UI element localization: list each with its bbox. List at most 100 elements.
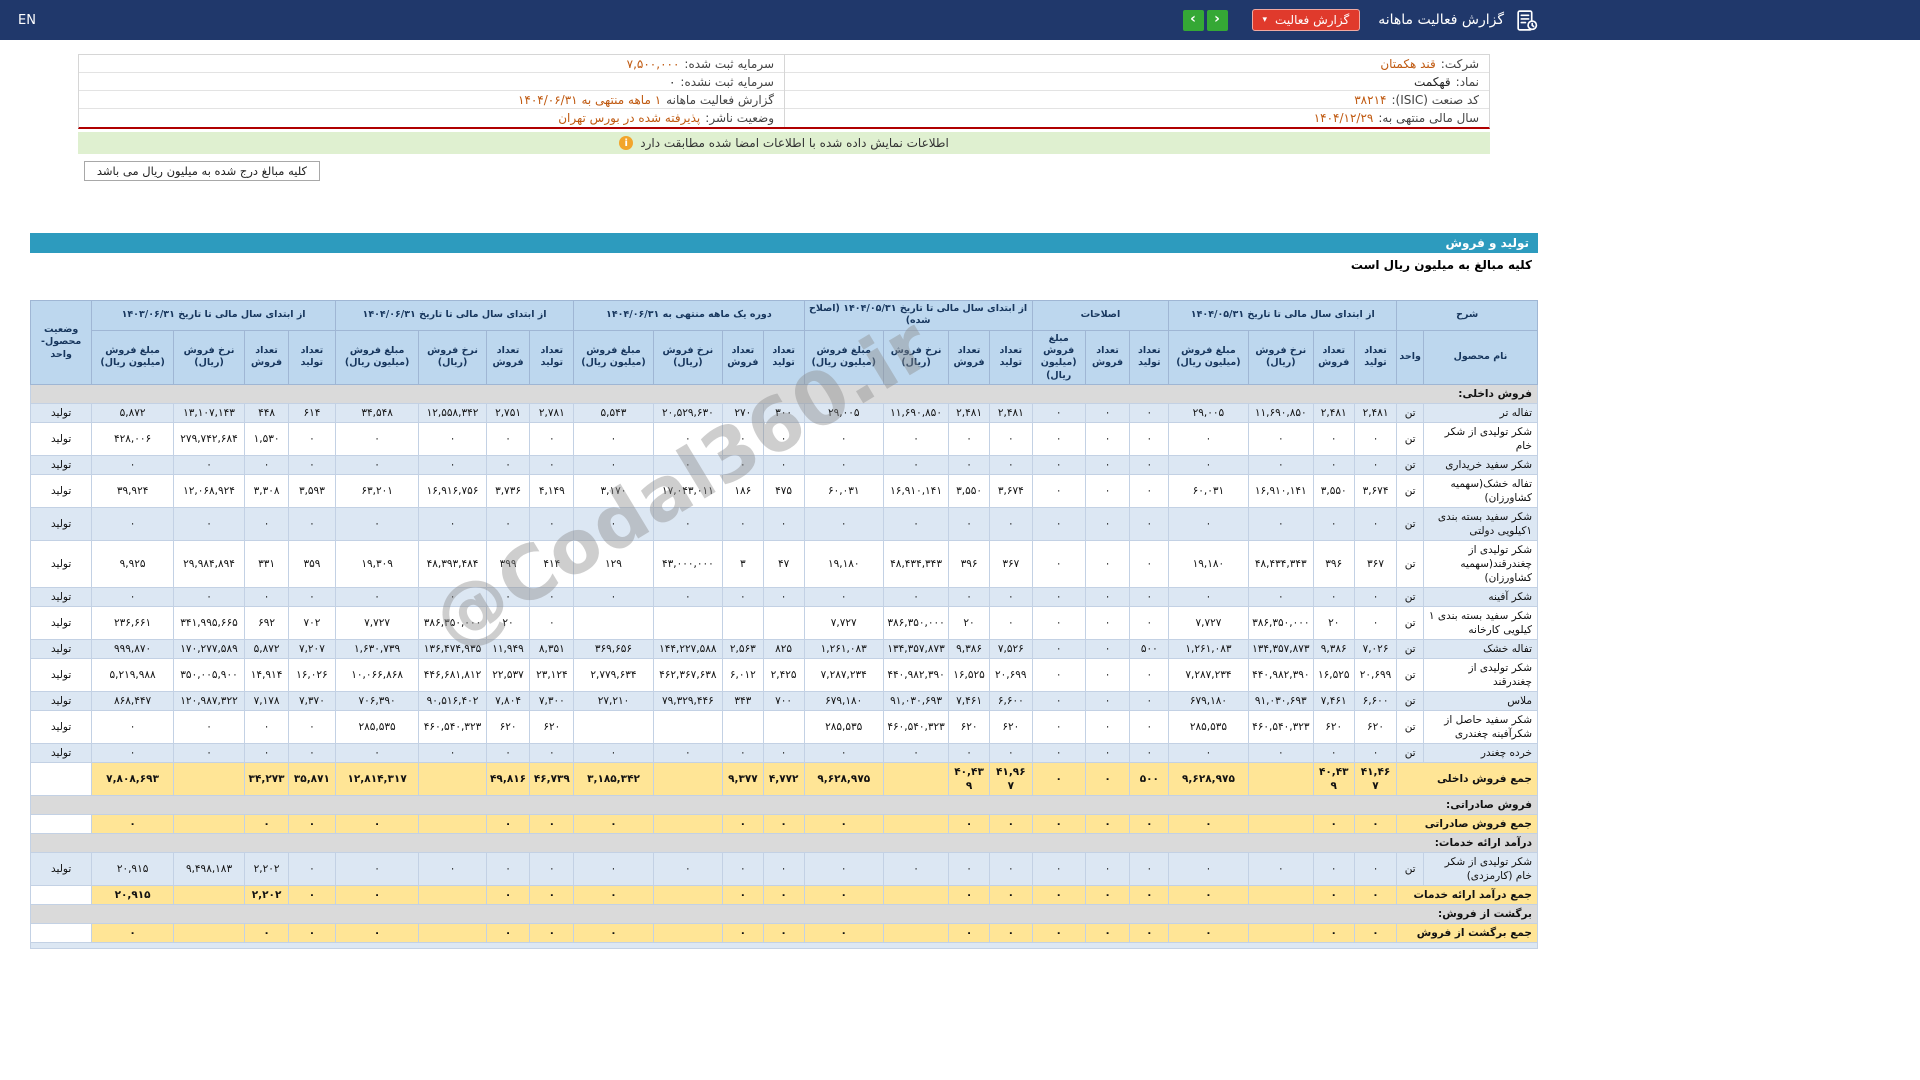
value-cell: ۹,۹۲۵ bbox=[91, 540, 174, 589]
value-cell: ۳,۵۹۳ bbox=[287, 474, 336, 509]
sum-label: جمع درآمد ارائه خدمات bbox=[1396, 885, 1538, 906]
value-cell: ۳۶۷ bbox=[1353, 540, 1398, 589]
value-cell: ۳۹,۹۲۴ bbox=[91, 474, 174, 509]
value-cell: ۰ bbox=[1168, 455, 1249, 476]
section-row: برگشت از فروش: bbox=[30, 904, 1538, 925]
value-cell: ۳,۵۵۰ bbox=[948, 474, 990, 509]
value-cell: ۰ bbox=[1084, 658, 1131, 693]
value-cell: ۴۰,۴۳۹ bbox=[948, 762, 990, 797]
value-cell: ۰ bbox=[882, 852, 950, 887]
next-report-button[interactable]: › bbox=[1182, 9, 1204, 31]
value-cell: ۰ bbox=[652, 587, 724, 608]
info-row: گزارش فعالیت ماهانه ۱ ماهه منتهی به ۱۴۰۴/… bbox=[79, 91, 784, 109]
header-desc: شرح bbox=[1396, 300, 1538, 331]
value-cell: ۰ bbox=[652, 422, 724, 457]
value-cell: ۰ bbox=[1168, 587, 1249, 608]
unit-cell: تن bbox=[1396, 658, 1424, 693]
value-cell: ۰ bbox=[1084, 606, 1131, 641]
sum-label: جمع فروش داخلی bbox=[1396, 762, 1538, 797]
value-cell: ۹,۳۷۷ bbox=[722, 762, 764, 797]
value-cell: ۲۷۰ bbox=[722, 403, 764, 424]
value-cell: ۰ bbox=[1031, 606, 1086, 641]
prev-report-button[interactable]: ‹ bbox=[1206, 9, 1228, 31]
info-row: سال مالی منتهی به: ۱۴۰۴/۱۲/۲۹ bbox=[785, 109, 1489, 127]
value-cell: ۰ bbox=[334, 422, 420, 457]
value-cell: ۰ bbox=[287, 422, 336, 457]
value-cell: ۰ bbox=[652, 852, 724, 887]
value-cell: ۱۹,۳۰۹ bbox=[334, 540, 420, 589]
value-cell: ۴۷۵ bbox=[762, 474, 805, 509]
value-cell bbox=[418, 923, 487, 944]
value-cell: ۳۶۷ bbox=[988, 540, 1033, 589]
header-group: دوره یک ماهه منتهی به ۱۴۰۴/۰۶/۳۱ bbox=[573, 300, 805, 331]
value-cell: ۴,۷۷۲ bbox=[762, 762, 805, 797]
value-cell bbox=[172, 923, 246, 944]
report-type-dropdown[interactable]: گزارش فعالیت ▾ bbox=[1251, 9, 1361, 31]
value-cell: ۰ bbox=[573, 743, 654, 764]
value-cell: ۰ bbox=[722, 814, 764, 835]
value-cell: ۰ bbox=[1084, 762, 1131, 797]
value-cell: ۰ bbox=[334, 923, 420, 944]
product-name-cell: تفاله تر bbox=[1422, 403, 1539, 424]
value-cell: ۲۰ bbox=[948, 606, 990, 641]
value-cell: ۰ bbox=[1312, 507, 1355, 542]
value-cell: ۰ bbox=[244, 710, 289, 745]
value-cell: ۰ bbox=[948, 743, 990, 764]
value-cell: ۰ bbox=[1312, 743, 1355, 764]
value-cell: ۷۰۶,۳۹۰ bbox=[334, 691, 420, 712]
value-cell bbox=[882, 814, 950, 835]
value-cell: ۰ bbox=[485, 743, 531, 764]
product-name-cell: شکر سفید بسته بندی ۱ کیلویی کارخانه bbox=[1422, 606, 1539, 641]
chevron-left-icon: ‹ bbox=[1214, 11, 1220, 27]
value-cell: ۷,۷۲۷ bbox=[803, 606, 884, 641]
signature-notice-bar: اطلاعات نمایش داده شده با اطلاعات امضا ش… bbox=[78, 132, 1490, 154]
value-cell: ۰ bbox=[948, 587, 990, 608]
value-cell: ۷۹,۳۲۹,۴۴۶ bbox=[652, 691, 724, 712]
value-cell: ۴۰,۴۳۹ bbox=[1312, 762, 1355, 797]
value-cell: ۰ bbox=[948, 455, 990, 476]
value-cell: ۰ bbox=[762, 507, 805, 542]
section-label: فروش داخلی: bbox=[30, 384, 1538, 405]
production-table-body: فروش داخلی: تفاله تر تن ۲,۴۸۱ ۲,۴۸۱ ۱۱,۶۹۰,۸۵… bbox=[29, 384, 1539, 950]
value-cell: ۵,۸۷۲ bbox=[244, 639, 289, 660]
value-cell: ۰ bbox=[529, 852, 575, 887]
value-cell: ۰ bbox=[762, 885, 805, 906]
language-toggle[interactable]: EN bbox=[6, 13, 36, 28]
value-cell: ۲,۲۰۲ bbox=[244, 885, 289, 906]
value-cell: ۰ bbox=[1084, 852, 1131, 887]
value-cell: ۰ bbox=[573, 507, 654, 542]
sum-row: جمع برگشت از فروش ۰ ۰ ۰ ۰ ۰ ۰ ۰ ۰ ۰ ۰ ۰ ۰ ۰ ۰ ۰ ۰ ۰ ۰ bbox=[29, 923, 1538, 944]
value-cell: ۰ bbox=[1129, 540, 1170, 589]
info-label: کد صنعت (ISIC): bbox=[1391, 92, 1479, 107]
value-cell: ۰ bbox=[244, 507, 289, 542]
report-icon[interactable] bbox=[1514, 8, 1539, 33]
value-cell: ۵۰۰ bbox=[1129, 639, 1170, 660]
value-cell: ۶۷۹,۱۸۰ bbox=[803, 691, 884, 712]
value-cell: ۱۴۴,۲۲۷,۵۸۸ bbox=[652, 639, 724, 660]
unit-cell: تن bbox=[1396, 507, 1424, 542]
value-cell: ۹,۶۲۸,۹۷۵ bbox=[803, 762, 884, 797]
value-cell: ۶۷۹,۱۸۰ bbox=[1168, 691, 1249, 712]
value-cell: ۰ bbox=[1031, 710, 1086, 745]
value-cell: ۷,۲۰۷ bbox=[287, 639, 336, 660]
value-cell: ۰ bbox=[1031, 639, 1086, 660]
status-cell: تولید bbox=[29, 639, 93, 660]
table-row: شکر تولیدی از شکر خام تن ۰ ۰ ۰ ۰ ۰ ۰ ۰ ۰ ۰ ۰ ۰ ۰ ۰ ۰ ۰ ۰ ۰… bbox=[29, 422, 1539, 457]
value-cell: ۰ bbox=[529, 587, 575, 608]
value-cell: ۲۰,۵۲۹,۶۳۰ bbox=[652, 403, 724, 424]
value-cell: ۴۸,۴۳۴,۳۴۳ bbox=[882, 540, 950, 589]
value-cell: ۰ bbox=[803, 814, 884, 835]
value-cell: ۰ bbox=[1031, 814, 1086, 835]
value-cell: ۰ bbox=[1084, 691, 1131, 712]
value-cell: ۰ bbox=[803, 587, 884, 608]
value-cell: ۲۸۵,۵۳۵ bbox=[1168, 710, 1249, 745]
status-cell: تولید bbox=[29, 658, 93, 693]
value-cell: ۰ bbox=[1031, 852, 1086, 887]
value-cell: ۰ bbox=[882, 422, 950, 457]
value-cell: ۲,۴۸۱ bbox=[1312, 403, 1355, 424]
value-cell: ۳۳۱ bbox=[244, 540, 289, 589]
period-nav: ‹ › bbox=[1182, 9, 1228, 31]
value-cell: ۰ bbox=[287, 923, 336, 944]
info-row: کد صنعت (ISIC): ۳۸۲۱۴ bbox=[785, 91, 1489, 109]
value-cell: ۰ bbox=[1353, 587, 1398, 608]
